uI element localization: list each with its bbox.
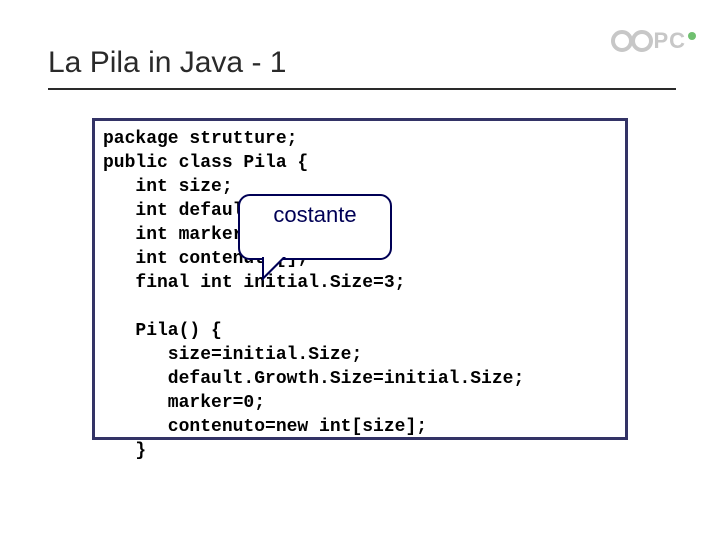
logo-ring-2 — [631, 30, 653, 52]
code-line: contenuto=new int[size]; — [103, 417, 427, 437]
logo-text: PC — [653, 28, 686, 54]
callout-label: costante — [240, 202, 390, 228]
code-line: Pila() { — [103, 321, 222, 341]
logo: PC — [611, 28, 696, 54]
logo-ring-1 — [611, 30, 633, 52]
title-underline — [48, 88, 676, 90]
code-line: } — [103, 441, 146, 461]
code-line: default.Growth.Size=initial.Size; — [103, 369, 524, 389]
logo-dot — [688, 32, 696, 40]
code-box: package strutture; public class Pila { i… — [92, 118, 628, 440]
code-line: public class Pila { — [103, 153, 308, 173]
callout-tail — [262, 257, 286, 281]
code-line: marker=0; — [103, 393, 265, 413]
code-line: final int initial.Size=3; — [103, 273, 405, 293]
code-line: package strutture; — [103, 129, 297, 149]
code-line: int marker; — [103, 225, 254, 245]
callout-bubble: costante — [238, 194, 392, 260]
code-line: int size; — [103, 177, 233, 197]
code-line: size=initial.Size; — [103, 345, 362, 365]
slide-title: La Pila in Java - 1 — [48, 46, 286, 80]
